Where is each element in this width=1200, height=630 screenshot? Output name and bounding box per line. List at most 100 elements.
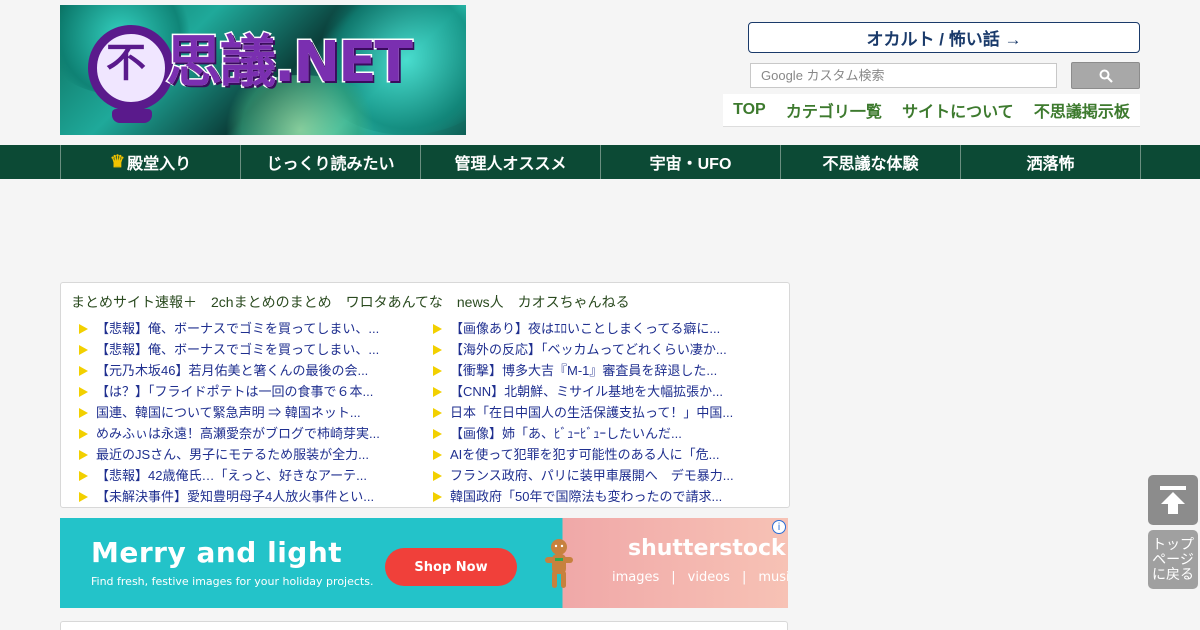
list-item: 【悲報】俺、ボーナスでゴミを買ってしまい、... (79, 317, 424, 338)
feed-source-link[interactable]: 2chまとめのまとめ (211, 292, 332, 312)
back-to-top-line: ページ (1152, 551, 1194, 567)
ad-brand-logo: shutterstock (628, 536, 786, 561)
back-to-top-label[interactable]: トップ ページ に戻る (1148, 530, 1198, 589)
feed-source-link[interactable]: カオスちゃんねる (518, 292, 630, 312)
list-item: 【画像あり】夜はｴﾛいことしまくってる癖に... (433, 317, 778, 338)
article-link[interactable]: 国連、韓国について緊急声明 ⇒ 韓国ネット... (96, 402, 361, 421)
ad-subtext: Find fresh, festive images for your holi… (91, 575, 374, 588)
content-box (60, 621, 788, 630)
ad-media-label: images (612, 570, 660, 585)
list-item: 【悲報】42歳俺氏…「えっと、好きなアーテ... (79, 464, 424, 485)
search-icon (1099, 69, 1113, 83)
logo-glyph: 不 (106, 39, 146, 86)
ad-media-separator: | (741, 570, 747, 585)
crown-icon: ♛ (109, 152, 126, 171)
list-item: AIを使って犯罪を犯す可能性のある人に「危... (433, 443, 778, 464)
article-link[interactable]: フランス政府、パリに装甲車展開へ デモ暴力... (450, 465, 734, 484)
nav-item-sharekowa[interactable]: 洒落怖 (961, 145, 1141, 179)
bullet-triangle-icon (79, 366, 88, 376)
article-link[interactable]: 日本「在日中国人の生活保護支払って！」中国... (450, 402, 733, 421)
bullet-triangle-icon (79, 324, 88, 334)
ad-banner[interactable]: Merry and light Find fresh, festive imag… (60, 518, 788, 608)
top-nav-about[interactable]: サイトについて (902, 98, 1014, 122)
antenna-feed: まとめサイト速報＋ 2chまとめのまとめ ワロタあんてな news人 カオスちゃ… (60, 282, 790, 508)
occult-link-button[interactable]: オカルト / 怖い話 → (748, 22, 1140, 53)
bullet-triangle-icon (79, 408, 88, 418)
globe-stand (112, 109, 152, 123)
article-link[interactable]: 最近のJSさん、男子にモテるため服装が全力... (96, 444, 369, 463)
nav-item-long-reads[interactable]: じっくり読みたい (241, 145, 421, 179)
top-nav: TOP カテゴリ一覧 サイトについて 不思議掲示板 (723, 94, 1140, 127)
ad-headline: Merry and light (91, 536, 343, 569)
bullet-triangle-icon (79, 387, 88, 397)
ad-media-types: images | videos | music (612, 570, 788, 585)
top-nav-top[interactable]: TOP (733, 101, 766, 119)
top-nav-categories[interactable]: カテゴリ一覧 (786, 98, 882, 122)
bullet-triangle-icon (433, 492, 442, 502)
bullet-triangle-icon (79, 471, 88, 481)
arrow-up-icon (1160, 486, 1186, 514)
list-item: 【未解決事件】愛知豊明母子4人放火事件とい... (79, 485, 424, 506)
feed-column-left: 【悲報】俺、ボーナスでゴミを買ってしまい、... 【悲報】俺、ボーナスでゴミを買… (79, 317, 424, 506)
nav-item-admin-picks[interactable]: 管理人オススメ (421, 145, 601, 179)
bullet-triangle-icon (433, 324, 442, 334)
logo-title: 思議.NET (165, 30, 415, 95)
article-link[interactable]: 【未解決事件】愛知豊明母子4人放火事件とい... (96, 486, 374, 505)
bullet-triangle-icon (433, 387, 442, 397)
search-input[interactable]: Google カスタム検索 (750, 63, 1057, 88)
article-link[interactable]: 【悲報】俺、ボーナスでゴミを買ってしまい、... (96, 339, 379, 358)
gingerbread-icon (545, 539, 573, 588)
feed-source-link[interactable]: news人 (457, 292, 504, 312)
feed-source-link[interactable]: ワロタあんてな (346, 292, 443, 312)
article-link[interactable]: AIを使って犯罪を犯す可能性のある人に「危... (450, 444, 719, 463)
list-item: めみふぃは永遠！高瀬愛奈がブログで柿崎芽実... (79, 422, 424, 443)
top-nav-board[interactable]: 不思議掲示板 (1034, 98, 1130, 122)
list-item: 最近のJSさん、男子にモテるため服装が全力... (79, 443, 424, 464)
bullet-triangle-icon (433, 345, 442, 355)
ad-media-label: music (758, 570, 788, 585)
ad-media-separator: | (671, 570, 676, 585)
article-link[interactable]: 【画像】姉「あ、ﾋﾞｭｰﾋﾞｭｰしたいんだ... (450, 423, 682, 442)
site-logo[interactable]: 不 思議.NET (60, 5, 466, 135)
list-item: 【海外の反応】「ベッカムってどれくらい凄か... (433, 338, 778, 359)
back-to-top-line: に戻る (1152, 566, 1194, 582)
article-link[interactable]: 【衝撃】博多大吉『M-1』審査員を辞退した... (450, 360, 717, 379)
nav-item-mysterious-experience[interactable]: 不思議な体験 (781, 145, 961, 179)
list-item: 【衝撃】博多大吉『M-1』審査員を辞退した... (433, 359, 778, 380)
article-link[interactable]: 【悲報】42歳俺氏…「えっと、好きなアーテ... (96, 465, 367, 484)
article-link[interactable]: 【CNN】北朝鮮、ミサイル基地を大幅拡張か... (450, 381, 723, 400)
list-item: 日本「在日中国人の生活保護支払って！」中国... (433, 401, 778, 422)
back-to-top-button[interactable] (1148, 475, 1198, 525)
bullet-triangle-icon (433, 366, 442, 376)
list-item: 【画像】姉「あ、ﾋﾞｭｰﾋﾞｭｰしたいんだ... (433, 422, 778, 443)
article-link[interactable]: 【悲報】俺、ボーナスでゴミを買ってしまい、... (96, 318, 379, 337)
nav-item-hall-of-fame[interactable]: ♛ 殿堂入り (61, 145, 241, 179)
feed-source-link[interactable]: まとめサイト速報＋ (71, 292, 197, 312)
bullet-triangle-icon (433, 450, 442, 460)
feed-sources: まとめサイト速報＋ 2chまとめのまとめ ワロタあんてな news人 カオスちゃ… (71, 292, 630, 312)
list-item: 【CNN】北朝鮮、ミサイル基地を大幅拡張か... (433, 380, 778, 401)
bullet-triangle-icon (79, 492, 88, 502)
article-link[interactable]: めみふぃは永遠！高瀬愛奈がブログで柿崎芽実... (96, 423, 380, 442)
list-item: 【悲報】俺、ボーナスでゴミを買ってしまい、... (79, 338, 424, 359)
nav-item-label: 殿堂入り (127, 156, 192, 173)
article-link[interactable]: 【海外の反応】「ベッカムってどれくらい凄か... (450, 339, 727, 358)
main-nav: ♛ 殿堂入り じっくり読みたい 管理人オススメ 宇宙・UFO 不思議な体験 洒落… (0, 145, 1200, 179)
nav-item-space-ufo[interactable]: 宇宙・UFO (601, 145, 781, 179)
bullet-triangle-icon (79, 345, 88, 355)
article-link[interactable]: 韓国政府「50年で国際法も変わったので請求... (450, 486, 722, 505)
list-item: 国連、韓国について緊急声明 ⇒ 韓国ネット... (79, 401, 424, 422)
ad-info-icon[interactable]: i (772, 520, 786, 534)
list-item: 【は？】「フライドポテトは一回の食事で６本... (79, 380, 424, 401)
list-item: フランス政府、パリに装甲車展開へ デモ暴力... (433, 464, 778, 485)
article-link[interactable]: 【画像あり】夜はｴﾛいことしまくってる癖に... (450, 318, 720, 337)
list-item: 【元乃木坂46】若月佑美と箸くんの最後の会... (79, 359, 424, 380)
feed-column-right: 【画像あり】夜はｴﾛいことしまくってる癖に... 【海外の反応】「ベッカムってど… (433, 317, 778, 506)
ad-media-label: videos (687, 570, 730, 585)
ad-shop-now-button[interactable]: Shop Now (385, 548, 517, 586)
article-link[interactable]: 【元乃木坂46】若月佑美と箸くんの最後の会... (96, 360, 368, 379)
bullet-triangle-icon (433, 429, 442, 439)
list-item: 韓国政府「50年で国際法も変わったので請求... (433, 485, 778, 506)
article-link[interactable]: 【は？】「フライドポテトは一回の食事で６本... (96, 381, 373, 400)
search-button[interactable] (1071, 62, 1140, 89)
